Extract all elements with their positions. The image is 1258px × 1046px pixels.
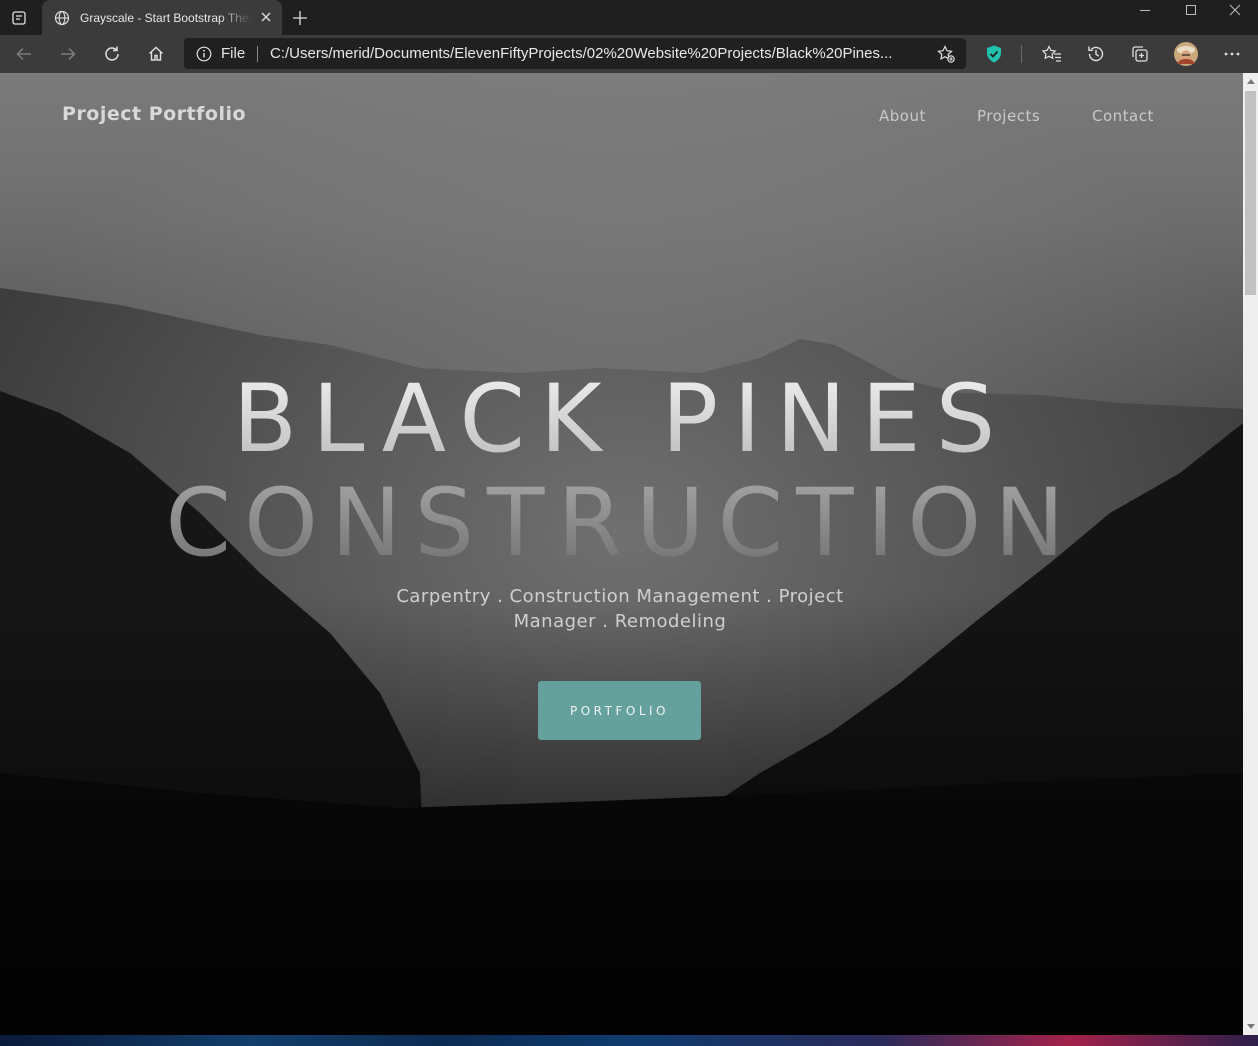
- desktop-wallpaper-strip: [0, 1035, 1258, 1046]
- portfolio-button[interactable]: PORTFOLIO: [538, 681, 701, 740]
- window-close-icon[interactable]: [1212, 0, 1258, 20]
- info-icon[interactable]: [196, 46, 212, 62]
- nav-link-projects[interactable]: Projects: [977, 107, 1040, 125]
- hero-subtitle: Carpentry . Construction Management . Pr…: [396, 586, 844, 632]
- tab-title: Grayscale - Start Bootstrap Theme: [80, 11, 252, 25]
- hero-title-line1: BLACK PINES: [0, 365, 1243, 475]
- address-bar[interactable]: File C:/Users/merid/Documents/ElevenFift…: [184, 38, 966, 69]
- nav-link-about[interactable]: About: [879, 107, 926, 125]
- nav-link-contact[interactable]: Contact: [1092, 107, 1154, 125]
- shield-extension-icon[interactable]: [980, 40, 1008, 68]
- plus-icon[interactable]: [290, 8, 310, 28]
- close-icon[interactable]: [258, 9, 274, 25]
- maximize-icon[interactable]: [1168, 0, 1214, 20]
- browser-tab[interactable]: Grayscale - Start Bootstrap Theme: [42, 0, 282, 35]
- page-scrollbar[interactable]: [1243, 73, 1258, 1035]
- refresh-icon[interactable]: [98, 40, 126, 68]
- globe-icon: [54, 10, 70, 26]
- toolbar-divider: [1021, 45, 1022, 63]
- address-url[interactable]: C:/Users/merid/Documents/ElevenFiftyProj…: [270, 45, 922, 62]
- hero-title-line2: CONSTRUCTION: [0, 469, 1243, 579]
- add-favorite-icon[interactable]: [936, 44, 956, 64]
- favorites-icon[interactable]: [1038, 40, 1066, 68]
- profile-avatar-icon[interactable]: [1172, 40, 1200, 68]
- back-arrow-icon[interactable]: [10, 40, 38, 68]
- scrollbar-thumb[interactable]: [1245, 91, 1256, 295]
- more-icon[interactable]: [1218, 40, 1246, 68]
- scroll-up-arrow-icon[interactable]: [1247, 79, 1255, 84]
- history-icon[interactable]: [1082, 40, 1110, 68]
- scroll-down-arrow-icon[interactable]: [1247, 1024, 1255, 1029]
- minimize-icon[interactable]: [1122, 0, 1168, 20]
- collections-icon[interactable]: [1126, 40, 1154, 68]
- home-icon[interactable]: [142, 40, 170, 68]
- forward-arrow-icon[interactable]: [54, 40, 82, 68]
- navbar-brand[interactable]: Project Portfolio: [62, 103, 246, 125]
- browser-toolbar: File C:/Users/merid/Documents/ElevenFift…: [0, 35, 1258, 73]
- address-scheme: File: [221, 45, 246, 62]
- tab-actions-icon[interactable]: [8, 7, 30, 29]
- browser-tab-bar: Grayscale - Start Bootstrap Theme: [0, 0, 1258, 35]
- page-viewport: Project Portfolio About Projects Contact…: [0, 73, 1243, 1035]
- address-separator: [257, 46, 258, 62]
